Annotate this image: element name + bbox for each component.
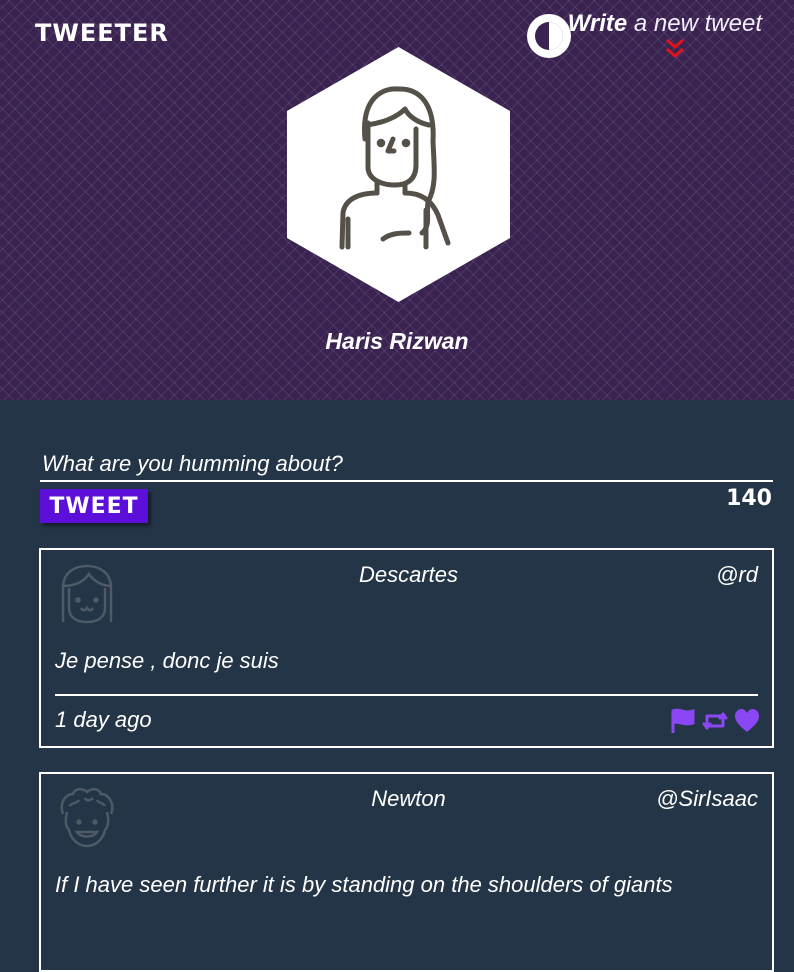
tweet-content: If I have seen further it is by standing… <box>55 872 673 897</box>
tweet-author-name: Descartes <box>358 562 459 587</box>
tweet-content: Je pense , donc je suis <box>55 648 279 673</box>
profile-username: Haris Rizwan <box>325 328 469 354</box>
heart-icon[interactable] <box>734 708 760 734</box>
tweet-author-handle[interactable]: @SirIsaac <box>656 786 758 812</box>
write-new-tweet-link[interactable]: Write a new tweet <box>568 10 762 38</box>
tweet-actions <box>670 708 760 734</box>
character-counter: 140 <box>726 486 772 511</box>
flag-icon[interactable] <box>670 708 696 734</box>
tweet-card: Descartes @rd Je pense , donc je suis 1 … <box>39 548 774 748</box>
double-chevron-down-icon[interactable] <box>663 38 687 60</box>
tweet-timestamp: 1 day ago <box>55 707 152 732</box>
tweet-author-handle[interactable]: @rd <box>716 562 758 588</box>
compose-label-bold: Write <box>567 10 628 37</box>
brand-logo[interactable]: Tweeter <box>35 19 169 47</box>
theme-toggle-icon[interactable] <box>524 11 574 61</box>
compose-label-rest: a new tweet <box>627 10 762 37</box>
user-avatar <box>287 47 510 302</box>
tweet-card: Newton @SirIsaac If I have seen further … <box>39 772 774 972</box>
tweet-compose-input[interactable] <box>40 448 773 482</box>
tweet-submit-button[interactable]: Tweet <box>40 489 148 523</box>
profile-header: Tweeter Write a new tweet Haris Riz <box>0 0 794 400</box>
tweet-divider <box>55 694 758 696</box>
retweet-icon[interactable] <box>702 708 728 734</box>
